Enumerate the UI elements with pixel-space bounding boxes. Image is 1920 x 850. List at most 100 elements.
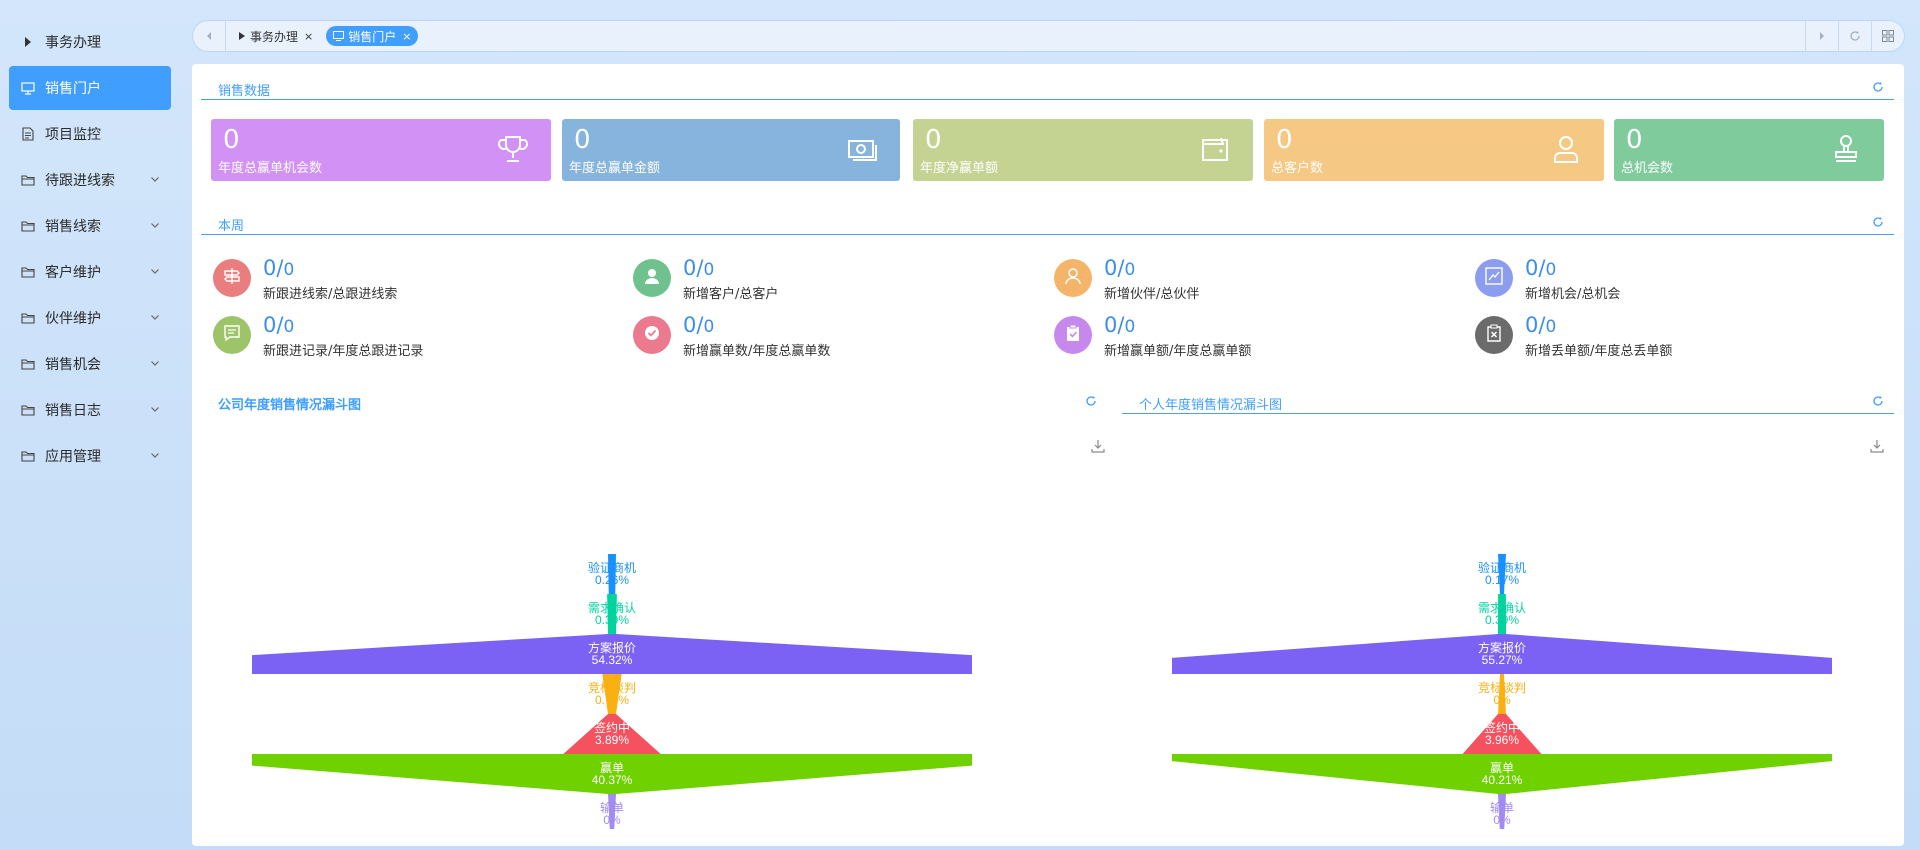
wallet-icon: [1199, 133, 1231, 165]
chevron-down-icon: [149, 449, 161, 461]
sidebar-item-销售日志[interactable]: 销售日志: [9, 388, 171, 432]
week-stat-badge: [1475, 259, 1513, 297]
week-stat-total: 0: [1124, 317, 1136, 337]
stat-card[interactable]: 0 总机会数: [1614, 119, 1884, 181]
stat-card[interactable]: 0 总客户数: [1264, 119, 1604, 181]
sidebar-item-label: 事务办理: [45, 35, 101, 51]
chevron-down-icon: [149, 403, 161, 415]
company-funnel-header: 公司年度销售情况漏斗图: [201, 390, 1111, 414]
sidebar-item-伙伴维护[interactable]: 伙伴维护: [9, 296, 171, 340]
partner-icon: [1063, 266, 1083, 290]
tab-scroll-right-button[interactable]: [1806, 21, 1838, 51]
week-stat-badge: [213, 259, 251, 297]
funnel-percent-label: 3.96%: [1485, 733, 1519, 747]
sidebar-item-销售门户[interactable]: 销售门户: [9, 66, 171, 110]
sidebar-item-label: 应用管理: [45, 449, 101, 465]
sidebar-item-label: 伙伴维护: [45, 311, 101, 327]
week-stat-count: 0/: [263, 256, 284, 280]
week-stat-label: 新增机会/总机会: [1525, 287, 1621, 302]
chart-title: 个人年度销售情况漏斗图: [1139, 398, 1283, 413]
sales-data-header: 销售数据: [201, 76, 1894, 100]
week-stat-label: 新增伙伴/总伙伴: [1104, 287, 1200, 302]
week-stat-item: 0/0 新增丢单额/年度总丢单额: [1475, 313, 1875, 359]
tab-scroll-left-button[interactable]: [193, 21, 225, 51]
tab-bar-actions: [1805, 21, 1904, 51]
download-icon[interactable]: [1090, 438, 1106, 454]
refresh-icon[interactable]: [1872, 81, 1884, 93]
sidebar-item-项目监控[interactable]: 项目监控: [9, 112, 171, 156]
grid-menu-button[interactable]: [1872, 21, 1904, 51]
tab-事务办理[interactable]: 事务办理 ×: [232, 26, 320, 46]
week-stat-count: 0/: [1525, 256, 1546, 280]
divider: [225, 21, 226, 51]
sidebar-item-事务办理[interactable]: 事务办理: [9, 20, 171, 64]
sidebar-item-客户维护[interactable]: 客户维护: [9, 250, 171, 294]
week-stat-total: 0: [1545, 260, 1557, 280]
signpost-icon: [222, 266, 242, 290]
week-stat-label: 新增客户/总客户: [683, 287, 779, 302]
week-stat-value: 0/0: [263, 256, 294, 280]
chevron-down-icon: [149, 219, 161, 231]
week-stat-total: 0: [1124, 260, 1136, 280]
refresh-icon[interactable]: [1872, 395, 1884, 407]
chevron-down-icon: [149, 357, 161, 369]
sidebar-item-label: 客户维护: [45, 265, 101, 281]
week-stat-value: 0/0: [1104, 256, 1135, 280]
folder-icon: [21, 357, 35, 371]
stat-card[interactable]: 0 年度总赢单机会数: [211, 119, 551, 181]
trend-icon: [1484, 266, 1504, 290]
stat-value: 0: [1626, 125, 1643, 155]
tab-close-button[interactable]: ×: [402, 30, 411, 43]
sidebar-item-销售机会[interactable]: 销售机会: [9, 342, 171, 386]
week-stat-total: 0: [703, 317, 715, 337]
week-stat-badge: [213, 316, 251, 354]
folder-icon: [21, 449, 35, 463]
tab-close-button[interactable]: ×: [304, 30, 313, 43]
funnel-percent-label: 3.89%: [595, 733, 629, 747]
chevron-right-icon: [1820, 32, 1824, 40]
stat-label: 总客户数: [1271, 161, 1324, 176]
week-stat-label: 新跟进线索/总跟进线索: [263, 287, 398, 302]
comment-icon: [222, 323, 242, 347]
funnel-percent-label: 0.39%: [595, 613, 629, 627]
funnel-percent-label: 55.27%: [1482, 653, 1523, 667]
sidebar-item-待跟进线索[interactable]: 待跟进线索: [9, 158, 171, 202]
funnel-percent-label: 0%: [603, 813, 621, 827]
refresh-icon[interactable]: [1872, 216, 1884, 228]
stat-label: 年度总赢单机会数: [218, 161, 323, 176]
document-icon: [21, 127, 35, 141]
week-stat-badge: [1475, 316, 1513, 354]
clipboard-check-icon: [1063, 323, 1083, 347]
chevron-down-icon: [149, 311, 161, 323]
week-stat-value: 0/0: [683, 256, 714, 280]
clipboard-x-icon: [1484, 323, 1504, 347]
stat-card[interactable]: 0 年度净赢单额: [913, 119, 1253, 181]
money-icon: [846, 133, 878, 165]
sidebar-item-label: 销售机会: [45, 357, 101, 373]
tab-销售门户[interactable]: 销售门户 ×: [326, 26, 419, 46]
folder-icon: [21, 403, 35, 417]
week-stat-total: 0: [1545, 317, 1557, 337]
week-stat-count: 0/: [263, 313, 284, 337]
desktop-icon: [333, 31, 345, 41]
stat-value: 0: [223, 125, 240, 155]
refresh-icon[interactable]: [1085, 395, 1097, 407]
week-stat-item: 0/0 新增客户/总客户: [633, 256, 1033, 302]
caret-right-icon: [21, 35, 35, 49]
sidebar-item-销售线索[interactable]: 销售线索: [9, 204, 171, 248]
download-icon[interactable]: [1869, 438, 1885, 454]
company-funnel-chart: 验证商机0.26%需求确认0.39%方案报价54.32%竞标谈判0.77%签约中…: [252, 554, 972, 829]
week-stat-label: 新增赢单数/年度总赢单数: [683, 344, 831, 359]
stat-card[interactable]: 0 年度总赢单金额: [562, 119, 900, 181]
trophy-icon: [497, 133, 529, 165]
chevron-down-icon: [149, 173, 161, 185]
refresh-button[interactable]: [1839, 21, 1871, 51]
funnel-percent-label: 40.21%: [1482, 773, 1523, 787]
week-stat-badge: [633, 316, 671, 354]
stat-label: 年度总赢单金额: [569, 161, 661, 176]
stat-label: 年度净赢单额: [920, 161, 999, 176]
sidebar-item-应用管理[interactable]: 应用管理: [9, 434, 171, 478]
grid-icon: [1882, 30, 1894, 42]
folder-icon: [21, 219, 35, 233]
sidebar-item-label: 销售门户: [45, 81, 101, 97]
